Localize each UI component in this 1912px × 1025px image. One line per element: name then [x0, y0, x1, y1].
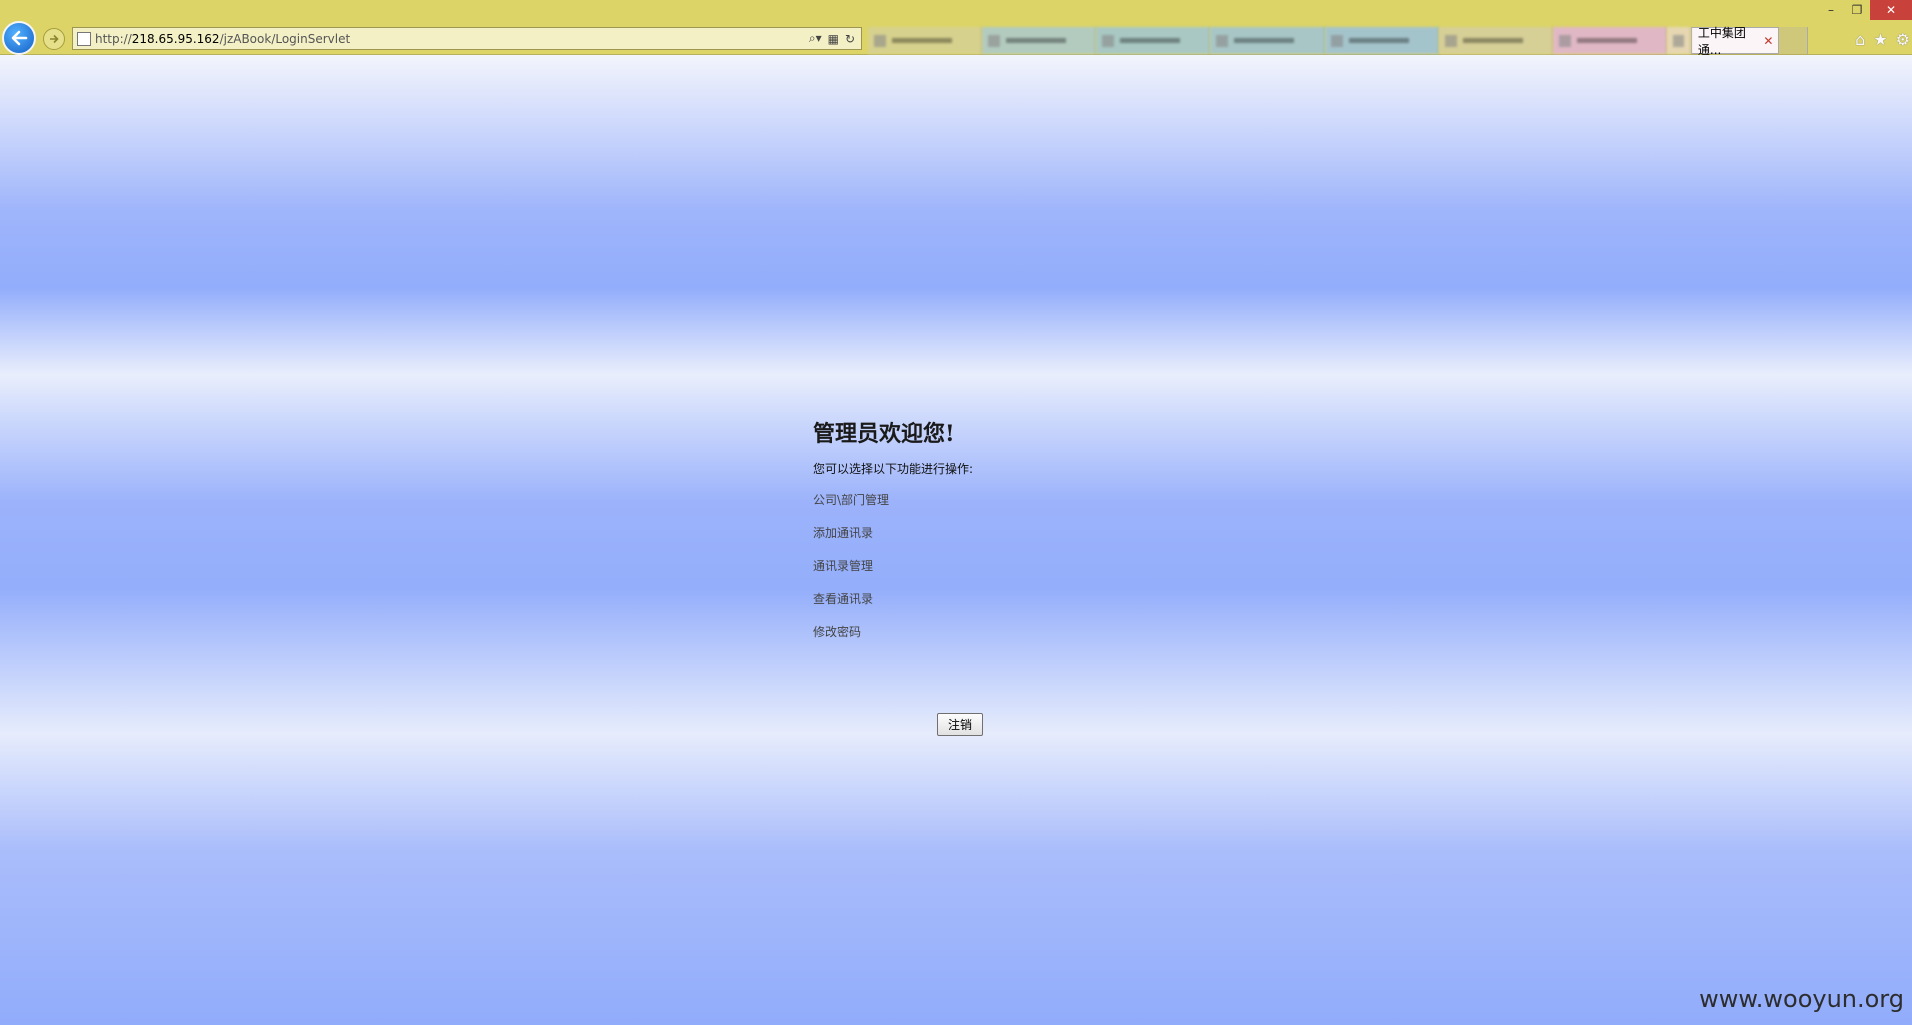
browser-chrome: – ❐ ✕ http://218.65.95.162/jzABook/Login…	[0, 0, 1912, 57]
minimize-button[interactable]: –	[1818, 0, 1844, 20]
tab-blurred[interactable]	[1324, 27, 1439, 54]
favorites-star-icon[interactable]: ★	[1873, 30, 1887, 49]
restore-button[interactable]: ❐	[1844, 0, 1870, 20]
tab-blurred[interactable]	[1438, 27, 1553, 54]
compatibility-icon[interactable]: ▦	[828, 32, 839, 46]
tab-strip: 工中集团通... ✕	[868, 26, 1808, 57]
url-text[interactable]: http://218.65.95.162/jzABook/LoginServle…	[95, 32, 809, 46]
welcome-panel: 管理员欢迎您! 您可以选择以下功能进行操作: 公司\部门管理 添加通讯录 通讯录…	[813, 416, 1113, 736]
tab-label-blurred	[1576, 38, 1637, 43]
tab-label-blurred	[1348, 38, 1409, 43]
tab-favicon-icon	[1444, 34, 1457, 47]
tab-label-blurred	[1234, 38, 1295, 43]
watermark: www.wooyun.org	[1699, 985, 1904, 1013]
tab-blurred[interactable]	[1210, 27, 1325, 54]
new-tab-button[interactable]	[1779, 27, 1808, 54]
tab-label-blurred	[1462, 38, 1523, 43]
tab-favicon-icon	[1672, 34, 1684, 47]
tab-blurred[interactable]	[1666, 27, 1691, 54]
toolbar-icons: ⌂ ★ ⚙	[1855, 30, 1910, 49]
address-bar[interactable]: http://218.65.95.162/jzABook/LoginServle…	[72, 27, 862, 50]
tab-favicon-icon	[1558, 34, 1571, 47]
menu-link-view-contacts[interactable]: 查看通讯录	[813, 590, 1113, 607]
back-button[interactable]	[2, 21, 36, 55]
refresh-icon[interactable]: ↻	[845, 32, 855, 46]
page-icon	[77, 31, 91, 46]
url-path: /jzABook/LoginServlet	[219, 31, 351, 46]
logout-button[interactable]: 注销	[937, 713, 984, 736]
tab-favicon-icon	[988, 34, 1001, 47]
tab-active[interactable]: 工中集团通... ✕	[1690, 26, 1780, 57]
menu-link-contacts-manage[interactable]: 通讯录管理	[813, 557, 1113, 574]
address-tools: ⌕▾ ▦ ↻	[809, 31, 861, 46]
tab-blurred[interactable]	[868, 27, 983, 54]
tab-favicon-icon	[1330, 34, 1343, 47]
tab-close-icon[interactable]: ✕	[1763, 34, 1773, 48]
page-title: 管理员欢迎您!	[813, 421, 955, 447]
window-controls: – ❐ ✕	[1818, 0, 1912, 20]
search-icon[interactable]: ⌕▾	[809, 31, 822, 46]
close-button[interactable]: ✕	[1870, 0, 1912, 20]
page-viewport: 管理员欢迎您! 您可以选择以下功能进行操作: 公司\部门管理 添加通讯录 通讯录…	[0, 55, 1912, 1025]
tab-label-blurred	[1006, 38, 1067, 43]
tab-blurred[interactable]	[1552, 27, 1667, 54]
tab-favicon-icon	[1102, 34, 1115, 47]
tab-blurred[interactable]	[1096, 27, 1211, 54]
menu-link-company-department[interactable]: 公司\部门管理	[813, 491, 1113, 508]
tab-label-blurred	[1120, 38, 1181, 43]
tab-label-blurred	[892, 38, 952, 43]
arrow-right-icon	[50, 34, 59, 44]
url-prefix: http://	[95, 31, 132, 46]
url-host: 218.65.95.162	[131, 31, 220, 46]
page-subtitle: 您可以选择以下功能进行操作:	[813, 462, 974, 476]
tab-active-label: 工中集团通...	[1697, 25, 1746, 57]
home-icon[interactable]: ⌂	[1855, 30, 1865, 49]
menu-link-change-password[interactable]: 修改密码	[813, 623, 1113, 640]
menu-link-add-contact[interactable]: 添加通讯录	[813, 524, 1113, 541]
arrow-left-icon	[11, 30, 28, 46]
gear-icon[interactable]: ⚙	[1896, 30, 1910, 49]
forward-button[interactable]	[43, 28, 65, 50]
tab-blurred[interactable]	[982, 27, 1097, 54]
tab-favicon-icon	[1216, 34, 1229, 47]
tab-favicon-icon	[874, 34, 886, 47]
